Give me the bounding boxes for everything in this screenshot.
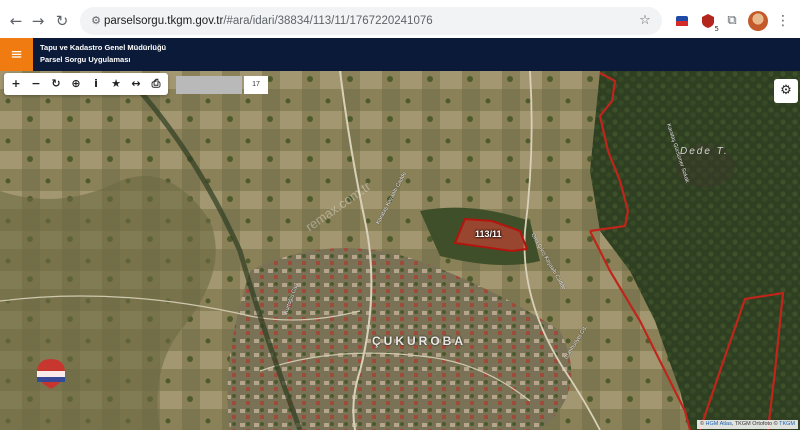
attribution-middle: , TKGM Ortofoto © (731, 421, 780, 427)
url-text: parselsorgu.tkgm.gov.tr/#ara/idari/38834… (104, 7, 433, 35)
app-title-line2: Parsel Sorgu Uygulaması (40, 55, 131, 64)
browser-menu-icon[interactable]: ⋮ (776, 11, 790, 31)
hamburger-menu-icon[interactable]: ≡ (0, 38, 33, 71)
app-header: ≡ Tapu ve Kadastro Genel Müdürlüğü Parse… (0, 38, 800, 71)
satellite-imagery (0, 71, 800, 430)
puzzle-extensions-icon[interactable]: ⧉ (722, 11, 742, 31)
zoom-out-icon[interactable]: − (26, 74, 46, 94)
url-path: /#ara/idari/38834/113/11/1767220241076 (223, 15, 433, 27)
refresh-icon[interactable]: ↻ (46, 74, 66, 94)
shield-extension-icon[interactable]: 5 (698, 11, 720, 33)
zoom-level-indicator: 17 (244, 76, 268, 94)
map-view[interactable]: remax.com.tr Karataş Kayaaltı Cadde Orta… (0, 71, 800, 430)
profile-avatar[interactable] (748, 11, 768, 31)
back-icon[interactable]: ← (6, 11, 26, 31)
reload-icon[interactable]: ↻ (52, 11, 72, 31)
remax-extension-icon[interactable] (672, 11, 692, 31)
url-host: parselsorgu.tkgm.gov.tr (104, 15, 224, 27)
site-settings-icon[interactable]: ⚙ (87, 12, 105, 30)
map-attribution: © HGM Atlas, TKGM Ortofoto © TKGM (696, 420, 798, 429)
measure-icon[interactable]: ↔ (126, 74, 146, 94)
zoom-in-icon[interactable]: + (6, 74, 26, 94)
browser-toolbar: ← → ↻ ⚙ parselsorgu.tkgm.gov.tr/#ara/ida… (0, 0, 800, 42)
print-icon[interactable]: ⎙ (146, 74, 166, 94)
address-bar[interactable]: ⚙ parselsorgu.tkgm.gov.tr/#ara/idari/388… (80, 7, 662, 35)
settings-gear-icon[interactable]: ⚙ (774, 79, 798, 103)
parcel-search-input[interactable] (176, 76, 242, 94)
info-icon[interactable]: i (86, 74, 106, 94)
attribution-tkgm-link[interactable]: TKGM (779, 421, 795, 427)
attribution-hgm-link[interactable]: HGM Atlas (706, 421, 732, 427)
bookmark-star-icon[interactable]: ☆ (636, 11, 654, 31)
map-toolbar: + − ↻ ⊕ i ★ ↔ ⎙ (4, 73, 168, 95)
locate-crosshair-icon[interactable]: ⊕ (66, 74, 86, 94)
forward-icon[interactable]: → (28, 11, 48, 31)
app-title-line1: Tapu ve Kadastro Genel Müdürlüğü (40, 43, 167, 52)
village-label: ÇUKUROBA (372, 334, 466, 348)
favorite-star-icon[interactable]: ★ (106, 74, 126, 94)
app-title: Tapu ve Kadastro Genel Müdürlüğü Parsel … (40, 42, 166, 66)
extension-badge: 5 (713, 25, 720, 33)
parcel-label: 113/11 (475, 229, 502, 239)
remax-logo (30, 357, 72, 393)
hill-label: Dede T. (680, 146, 729, 157)
